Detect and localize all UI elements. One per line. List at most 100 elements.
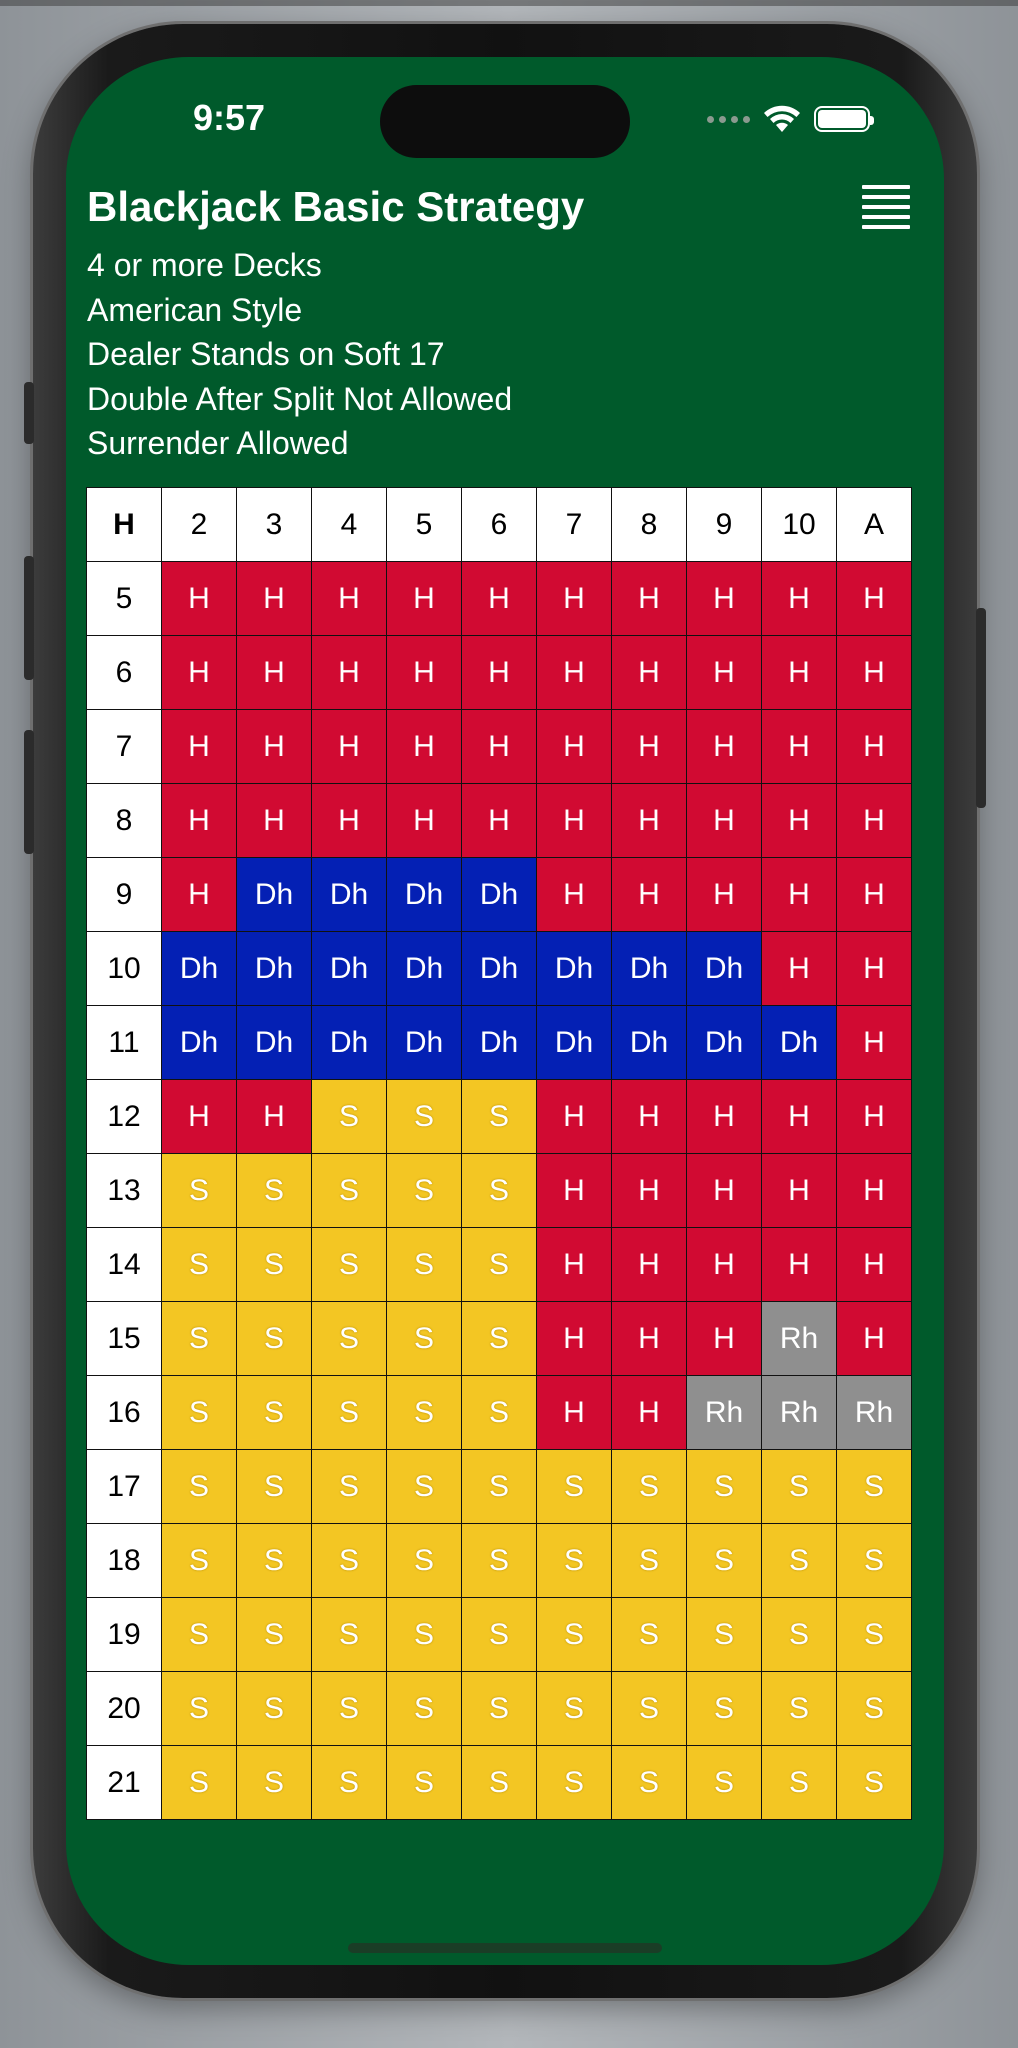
strategy-cell: H xyxy=(686,709,762,784)
strategy-cell: Dh xyxy=(611,1005,687,1080)
menu-button[interactable] xyxy=(862,185,910,229)
home-indicator[interactable] xyxy=(348,1943,662,1953)
strategy-cell: S xyxy=(461,1597,537,1672)
strategy-cell: S xyxy=(236,1745,312,1820)
strategy-cell: H xyxy=(686,561,762,636)
player-hand-label: 15 xyxy=(86,1301,162,1376)
strategy-cell: S xyxy=(386,1671,462,1746)
strategy-cell: Rh xyxy=(836,1375,912,1450)
strategy-cell: H xyxy=(836,1301,912,1376)
player-hand-label: 9 xyxy=(86,857,162,932)
table-row: 10 Dh Dh Dh Dh Dh Dh Dh Dh H H xyxy=(86,931,912,1006)
strategy-cell: S xyxy=(386,1523,462,1598)
table-row: 17 S S S S S S S S S S xyxy=(86,1449,912,1524)
strategy-cell: H xyxy=(761,1153,837,1228)
strategy-cell: H xyxy=(536,783,612,858)
strategy-cell: H xyxy=(611,561,687,636)
strategy-cell: S xyxy=(611,1523,687,1598)
strategy-cell: H xyxy=(536,635,612,710)
strategy-cell: S xyxy=(386,1079,462,1154)
strategy-cell: Dh xyxy=(236,857,312,932)
strategy-cell: S xyxy=(386,1449,462,1524)
strategy-cell: Dh xyxy=(236,1005,312,1080)
strategy-cell: H xyxy=(536,1301,612,1376)
strategy-cell: H xyxy=(761,783,837,858)
strategy-cell: S xyxy=(761,1745,837,1820)
strategy-cell: Dh xyxy=(311,857,387,932)
rule-double-after-split: Double After Split Not Allowed xyxy=(87,380,513,417)
player-hand-label: 11 xyxy=(86,1005,162,1080)
strategy-cell: Dh xyxy=(161,931,237,1006)
strategy-cell: S xyxy=(536,1523,612,1598)
strategy-cell: H xyxy=(611,1301,687,1376)
table-row: 19 S S S S S S S S S S xyxy=(86,1597,912,1672)
rule-surrender: Surrender Allowed xyxy=(87,425,349,461)
strategy-cell: S xyxy=(311,1745,387,1820)
strategy-cell: H xyxy=(686,1153,762,1228)
strategy-cell: Dh xyxy=(611,931,687,1006)
strategy-cell: H xyxy=(236,709,312,784)
player-hand-label: 7 xyxy=(86,709,162,784)
strategy-cell: S xyxy=(161,1301,237,1376)
action-button xyxy=(24,382,34,444)
table-row: 8HHHHHHHHHH xyxy=(86,783,912,858)
hamburger-menu-icon xyxy=(862,185,910,229)
strategy-cell: H xyxy=(686,783,762,858)
table-row: 7HHHHHHHHHH xyxy=(86,709,912,784)
player-hand-label: 5 xyxy=(86,561,162,636)
player-hand-label: 14 xyxy=(86,1227,162,1302)
strategy-cell: S xyxy=(161,1745,237,1820)
wifi-icon xyxy=(764,105,800,132)
strategy-cell: S xyxy=(461,1523,537,1598)
player-hand-label: 12 xyxy=(86,1079,162,1154)
strategy-cell: Dh xyxy=(461,1005,537,1080)
strategy-cell: S xyxy=(386,1153,462,1228)
player-hand-label: 13 xyxy=(86,1153,162,1228)
strategy-cell: S xyxy=(536,1449,612,1524)
strategy-cell: Dh xyxy=(686,931,762,1006)
player-hand-label: 21 xyxy=(86,1745,162,1820)
strategy-cell: H xyxy=(761,1079,837,1154)
strategy-cell: Dh xyxy=(386,857,462,932)
strategy-cell: Dh xyxy=(311,931,387,1006)
strategy-cell: S xyxy=(836,1597,912,1672)
strategy-cell: S xyxy=(161,1449,237,1524)
strategy-cell: H xyxy=(611,635,687,710)
table-row: 21 S S S S S S S S S S xyxy=(86,1745,912,1820)
volume-up-button xyxy=(24,556,34,680)
strategy-cell: H xyxy=(686,635,762,710)
strategy-cell: H xyxy=(761,635,837,710)
strategy-cell: H xyxy=(836,931,912,1006)
strategy-cell: H xyxy=(836,1005,912,1080)
strategy-cell: H xyxy=(311,561,387,636)
strategy-cell: S xyxy=(461,1079,537,1154)
strategy-cell: H xyxy=(236,561,312,636)
strategy-cell: S xyxy=(311,1227,387,1302)
dealer-card-header: 6 xyxy=(461,487,537,562)
strategy-cell: S xyxy=(461,1375,537,1450)
strategy-cell: S xyxy=(461,1745,537,1820)
strategy-cell: H xyxy=(836,783,912,858)
strategy-cell: S xyxy=(311,1523,387,1598)
strategy-cell: S xyxy=(311,1449,387,1524)
strategy-cell: S xyxy=(761,1671,837,1746)
strategy-cell: S xyxy=(611,1745,687,1820)
strategy-cell: Dh xyxy=(761,1005,837,1080)
strategy-cell: H xyxy=(836,709,912,784)
strategy-cell: H xyxy=(236,635,312,710)
strategy-cell: S xyxy=(236,1301,312,1376)
table-row: 14 S S S S S H H H H H xyxy=(86,1227,912,1302)
strategy-cell: S xyxy=(686,1745,762,1820)
strategy-cell: H xyxy=(386,561,462,636)
strategy-table: H 2 3 4 5 6 7 8 9 10 A 5 H H H H H H H H H H 6 H H H H H H H H H H 7 H H H H H… xyxy=(86,487,912,1820)
table-row: 15 S S S S S H H H Rh H xyxy=(86,1301,912,1376)
table-row: 6HHHHHHHHHH xyxy=(86,635,912,710)
strategy-cell: S xyxy=(686,1597,762,1672)
dealer-card-header: 2 xyxy=(161,487,237,562)
table-row: 13 S S S S S H H H H H xyxy=(86,1153,912,1228)
strategy-cell: S xyxy=(236,1153,312,1228)
strategy-cell: S xyxy=(686,1671,762,1746)
dealer-card-header: 7 xyxy=(536,487,612,562)
table-row: 9 H Dh Dh Dh Dh H H H H H xyxy=(86,857,912,932)
strategy-cell: S xyxy=(536,1597,612,1672)
